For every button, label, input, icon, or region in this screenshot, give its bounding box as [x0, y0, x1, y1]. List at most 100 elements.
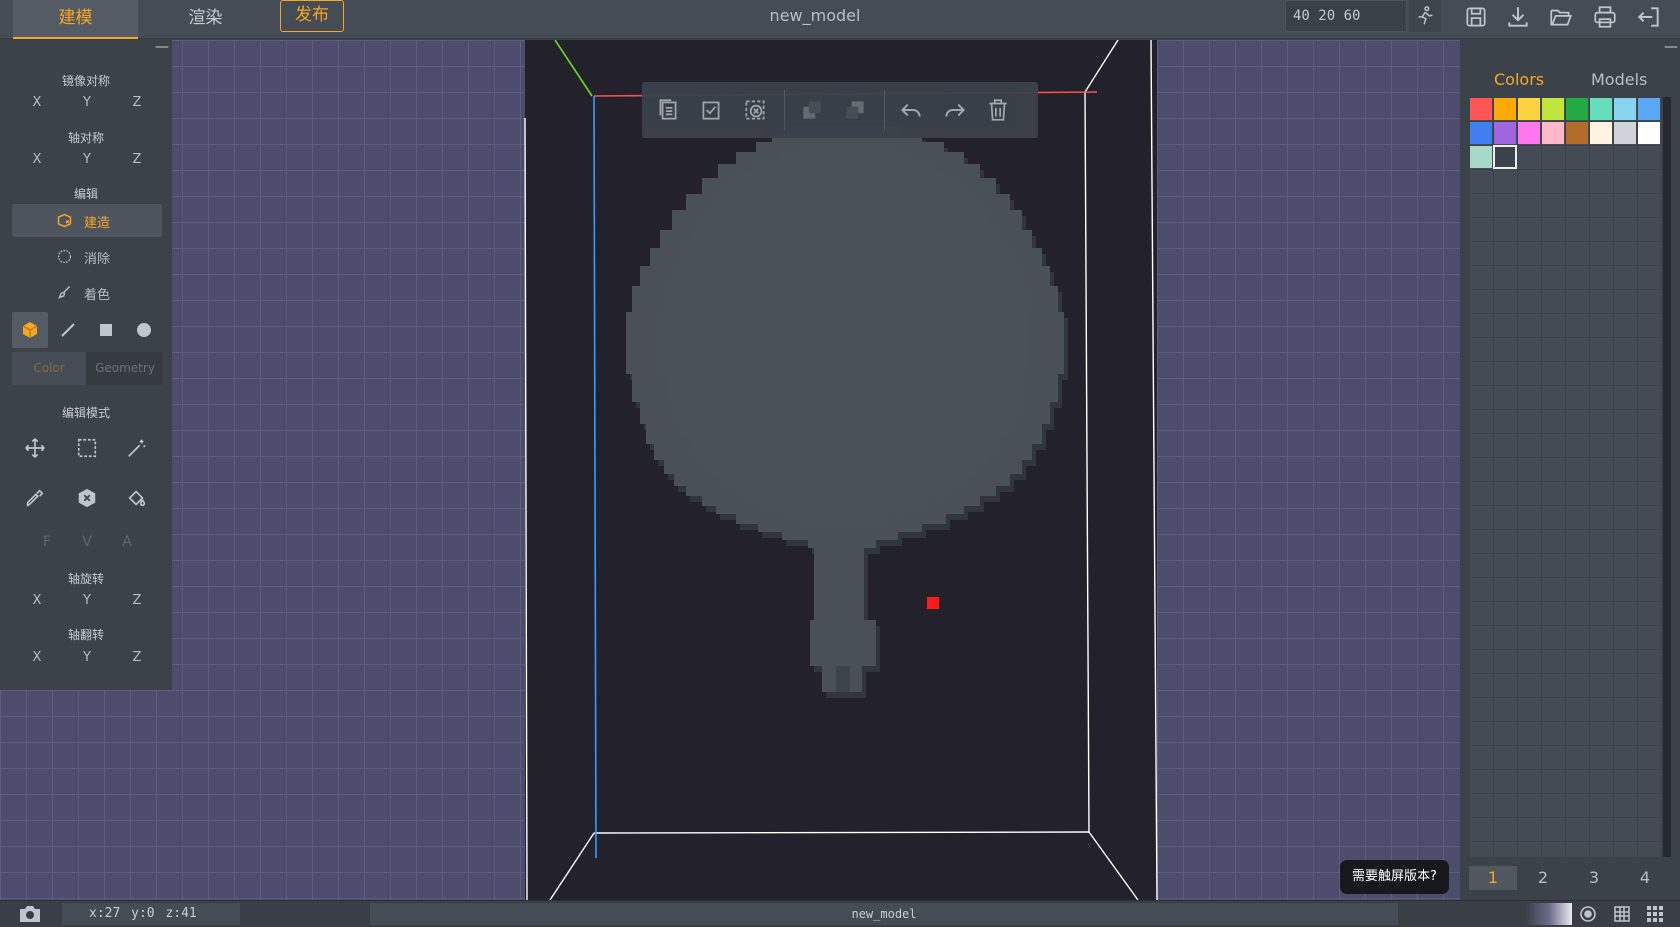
box-select-tool[interactable]	[70, 431, 104, 465]
axis-flip-title: 轴翻转	[67, 628, 104, 642]
screenshot-button[interactable]	[18, 904, 42, 924]
axis-sym-x-toggle[interactable]: X	[27, 152, 47, 167]
download-button[interactable]	[1505, 4, 1531, 30]
face-mode-toggle[interactable]: F	[37, 534, 57, 550]
publish-button[interactable]: 发布	[280, 0, 344, 32]
palette-page-2[interactable]: 2	[1519, 866, 1567, 890]
touch-version-tip[interactable]: 需要触屏版本?	[1340, 860, 1449, 894]
clear-voxels-tool[interactable]	[70, 481, 104, 515]
resize-icon	[1418, 6, 1433, 25]
color-swatch[interactable]	[1494, 122, 1516, 144]
color-swatch[interactable]	[1566, 122, 1588, 144]
build-tool-button[interactable]: 建造	[12, 204, 162, 237]
redo-icon	[945, 103, 966, 117]
palette-page-1[interactable]: 1	[1469, 866, 1517, 890]
color-swatch[interactable]	[1470, 122, 1492, 144]
print-button[interactable]	[1592, 4, 1618, 30]
target-icon	[1580, 906, 1596, 922]
bring-front-button[interactable]	[799, 97, 825, 123]
layer-front-icon	[803, 101, 821, 119]
color-swatch[interactable]	[1638, 122, 1660, 144]
color-swatch[interactable]	[1542, 98, 1564, 120]
color-swatch[interactable]	[1590, 98, 1612, 120]
grid-icon	[1614, 906, 1630, 922]
all-mode-toggle[interactable]: A	[117, 534, 137, 550]
axis-sym-z-toggle[interactable]: Z	[127, 152, 147, 167]
erase-tool-button[interactable]: 消除	[12, 240, 162, 273]
flip-z-button[interactable]: Z	[127, 650, 147, 665]
paint-tool-button[interactable]: 着色	[12, 276, 162, 309]
scene-canvas	[524, 40, 1158, 900]
save-icon	[1466, 7, 1486, 27]
rotate-x-button[interactable]: X	[27, 593, 47, 608]
tiles-icon	[1647, 906, 1663, 922]
delete-button[interactable]	[985, 97, 1011, 123]
color-swatch[interactable]	[1518, 98, 1540, 120]
circle-icon	[137, 323, 151, 337]
palette-scrollbar[interactable]	[1663, 97, 1671, 857]
tab-render[interactable]: 渲染	[143, 0, 268, 39]
exit-button[interactable]	[1636, 4, 1662, 30]
mode-color-tab[interactable]: Color	[12, 352, 86, 385]
cursor-coordinates: x:27 y:0 z:41	[62, 903, 240, 925]
grid-toggle-button[interactable]	[1612, 904, 1632, 924]
eyedropper-tool[interactable]	[18, 481, 52, 515]
voxel-handle-groove	[836, 666, 850, 692]
mirror-y-toggle[interactable]: Y	[77, 95, 97, 110]
tab-colors[interactable]: Colors	[1494, 70, 1544, 89]
tab-model[interactable]: 建模	[13, 0, 138, 39]
save-button[interactable]	[1463, 4, 1489, 30]
build-label: 建造	[84, 216, 111, 231]
palette-page-3[interactable]: 3	[1570, 866, 1618, 890]
axis-symmetry-title: 轴对称	[67, 131, 104, 145]
axis-y-line	[554, 40, 593, 97]
background-gradient-button[interactable]	[1526, 903, 1572, 925]
color-swatch[interactable]	[1566, 98, 1588, 120]
rotate-z-button[interactable]: Z	[127, 593, 147, 608]
resize-button[interactable]	[1409, 0, 1441, 32]
palette-page-4[interactable]: 4	[1621, 866, 1669, 890]
clear-selection-button[interactable]	[742, 97, 768, 123]
color-swatch[interactable]	[1614, 122, 1636, 144]
color-swatch[interactable]	[1614, 98, 1636, 120]
shape-voxel-button[interactable]	[12, 312, 48, 348]
dimensions-input[interactable]: 40 20 60	[1285, 0, 1407, 32]
color-swatch[interactable]	[1470, 98, 1492, 120]
color-swatch[interactable]	[1493, 145, 1517, 169]
top-bar: 建模 渲染 发布 new_model 40 20 60	[0, 0, 1680, 39]
send-back-button[interactable]	[842, 97, 868, 123]
left-panel-collapse-button[interactable]: —	[155, 40, 169, 54]
color-swatch[interactable]	[1518, 122, 1540, 144]
copy-button[interactable]	[655, 97, 681, 123]
right-panel-collapse-button[interactable]: —	[1664, 40, 1678, 54]
magic-wand-tool[interactable]	[120, 431, 154, 465]
color-swatch[interactable]	[1542, 122, 1564, 144]
color-swatch[interactable]	[1494, 98, 1516, 120]
mirror-x-toggle[interactable]: X	[27, 95, 47, 110]
color-swatch[interactable]	[1638, 98, 1660, 120]
flip-y-button[interactable]: Y	[77, 650, 97, 665]
3d-viewport[interactable]	[0, 40, 1460, 900]
axis-sym-y-toggle[interactable]: Y	[77, 152, 97, 167]
shape-circle-button[interactable]	[126, 312, 162, 348]
shape-rect-button[interactable]	[88, 312, 124, 348]
move-tool[interactable]	[18, 431, 52, 465]
tab-models[interactable]: Models	[1591, 70, 1647, 89]
mirror-z-toggle[interactable]: Z	[127, 95, 147, 110]
document-title: new_model	[769, 6, 861, 25]
color-swatch[interactable]	[1590, 122, 1612, 144]
redo-button[interactable]	[942, 97, 968, 123]
voxel-mode-toggle[interactable]: V	[77, 534, 97, 550]
target-button[interactable]	[1578, 904, 1598, 924]
tiles-toggle-button[interactable]	[1645, 904, 1665, 924]
paste-button[interactable]	[698, 97, 724, 123]
shape-line-button[interactable]	[50, 312, 86, 348]
fill-bucket-tool[interactable]	[120, 481, 154, 515]
mode-geometry-tab[interactable]: Geometry	[88, 352, 162, 385]
open-button[interactable]	[1548, 4, 1574, 30]
rotate-y-button[interactable]: Y	[77, 593, 97, 608]
flip-x-button[interactable]: X	[27, 650, 47, 665]
axis-rotate-title: 轴旋转	[67, 572, 104, 586]
undo-button[interactable]	[898, 97, 924, 123]
color-swatch[interactable]	[1470, 146, 1492, 168]
